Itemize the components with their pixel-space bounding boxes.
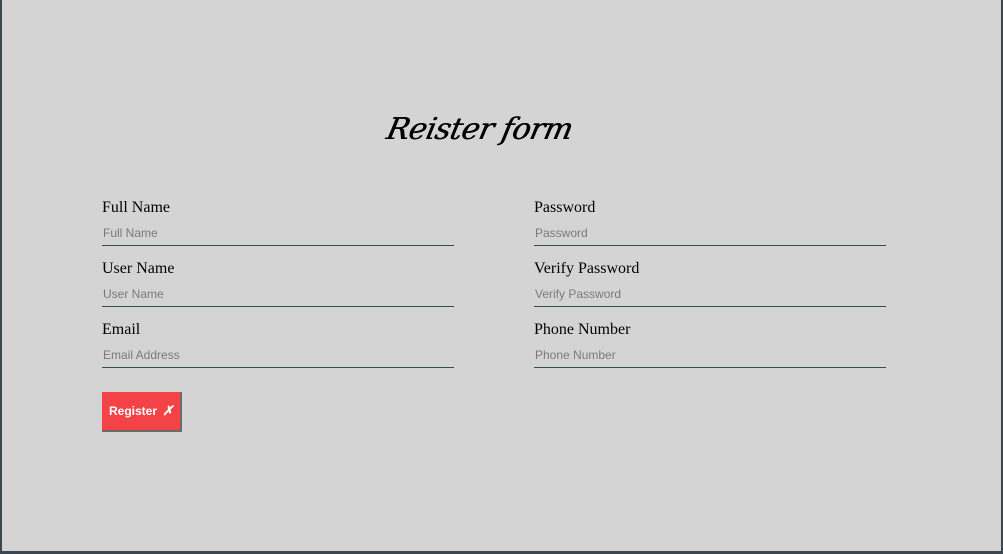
user-name-input[interactable] [102, 282, 454, 307]
verify-password-field: Verify Password [534, 260, 886, 307]
phone-number-label: Phone Number [534, 321, 631, 338]
email-field: Email [102, 321, 454, 368]
full-name-label: Full Name [102, 199, 170, 216]
phone-number-field: Phone Number [534, 321, 886, 368]
verify-password-input[interactable] [534, 282, 886, 307]
cross-icon: ✗ [162, 403, 174, 418]
email-input[interactable] [102, 343, 454, 368]
phone-number-input[interactable] [534, 343, 886, 368]
password-input[interactable] [534, 221, 886, 246]
register-button-label: Register [109, 404, 158, 418]
full-name-field: Full Name [102, 199, 454, 246]
password-label: Password [534, 199, 596, 216]
verify-password-label: Verify Password [534, 260, 640, 277]
form-title: Reister form [383, 112, 576, 147]
register-panel: Reister form Full Name Password User Nam… [2, 0, 1001, 551]
email-label: Email [102, 321, 141, 338]
password-field: Password [534, 199, 886, 246]
full-name-input[interactable] [102, 221, 454, 246]
user-name-field: User Name [102, 260, 454, 307]
user-name-label: User Name [102, 260, 175, 277]
register-button[interactable]: Register ✗ [102, 392, 182, 432]
